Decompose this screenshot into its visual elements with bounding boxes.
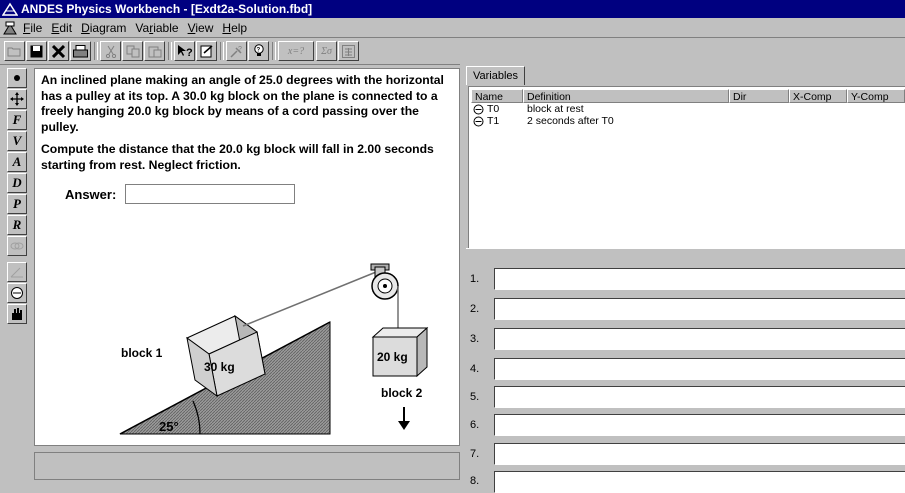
equation-input[interactable]	[494, 358, 905, 380]
equation-number: 3.	[470, 333, 480, 345]
menu-edit[interactable]: Edit	[51, 21, 72, 35]
system-tool-icon[interactable]	[7, 236, 27, 256]
block-1-mass: 30 kg	[204, 360, 235, 374]
context-help-icon[interactable]: ?	[174, 41, 195, 61]
solve-for-icon[interactable]: x=?	[278, 41, 314, 61]
menu-bar: File Edit Diagram Variable View Help	[0, 18, 905, 38]
variable-definition: 2 seconds after T0	[527, 115, 614, 127]
equation-number: 6.	[470, 419, 480, 431]
equation-input[interactable]	[494, 268, 905, 290]
sum-icon[interactable]: Σσ	[316, 41, 337, 61]
equation-number: 2.	[470, 303, 480, 315]
problem-paragraph-2: Compute the distance that the 20.0 kg bl…	[41, 142, 434, 172]
open-folder-icon[interactable]	[4, 41, 25, 61]
equation-input[interactable]	[494, 328, 905, 350]
relative-position-vector-tool[interactable]: R	[7, 215, 27, 235]
block-2-label: block 2	[381, 386, 423, 400]
problem-statement: An inclined plane making an angle of 25.…	[41, 73, 451, 180]
column-header-y-comp[interactable]: Y-Comp	[847, 89, 905, 103]
equation-number: 1.	[470, 273, 480, 285]
hand-tool-icon[interactable]	[7, 304, 27, 324]
equations-panel: 1. 2. 3. 4. 5. 6. 7. 8.	[466, 255, 905, 493]
variables-panel: Variables Name Definition Dir X-Comp Y-C…	[466, 64, 905, 248]
table-row[interactable]: T1 2 seconds after T0	[469, 115, 899, 127]
variable-definition: block at rest	[527, 103, 584, 115]
down-arrow-icon	[398, 407, 410, 430]
angle-tool-icon[interactable]	[7, 262, 27, 282]
equation-number: 5.	[470, 391, 480, 403]
title-bar: ANDES Physics Workbench - [Exdt2a-Soluti…	[0, 0, 905, 18]
problem-panel: An inclined plane making an angle of 25.…	[34, 68, 460, 446]
equation-number: 4.	[470, 363, 480, 375]
menu-help[interactable]: Help	[222, 21, 247, 35]
equation-number: 7.	[470, 448, 480, 460]
select-tool-icon[interactable]	[7, 68, 27, 88]
variable-name: T0	[487, 103, 500, 115]
column-header-definition[interactable]: Definition	[523, 89, 729, 103]
column-header-x-comp[interactable]: X-Comp	[789, 89, 847, 103]
toolbar-separator	[94, 42, 98, 60]
table-row[interactable]: T0 block at rest	[469, 103, 899, 115]
app-icon	[2, 2, 18, 16]
displacement-vector-tool[interactable]: D	[7, 173, 27, 193]
lightbulb-icon[interactable]: ?	[248, 41, 269, 61]
save-icon[interactable]	[26, 41, 47, 61]
acceleration-vector-tool[interactable]: A	[7, 152, 27, 172]
menu-diagram[interactable]: Diagram	[81, 21, 126, 35]
problem-diagram: 25° 30 kg block 1 20 kg block 2	[119, 263, 429, 435]
force-vector-tool[interactable]: F	[7, 110, 27, 130]
momentum-vector-tool[interactable]: P	[7, 194, 27, 214]
toolbar-separator	[272, 42, 276, 60]
angle-label: 25°	[159, 419, 179, 434]
axes-tool-icon[interactable]	[7, 89, 27, 109]
menu-view[interactable]: View	[188, 21, 214, 35]
block-2-mass: 20 kg	[377, 350, 408, 364]
problem-paragraph-1: An inclined plane making an angle of 25.…	[41, 73, 444, 134]
toolbar: ? ? ? x=? Σσ	[0, 38, 905, 65]
variables-list: Name Definition Dir X-Comp Y-Comp T0 blo…	[468, 86, 905, 248]
equation-input[interactable]	[494, 471, 905, 493]
calculator-icon[interactable]	[338, 41, 359, 61]
menu-variable[interactable]: Variable	[135, 21, 178, 35]
block-1-label: block 1	[121, 346, 163, 360]
equation-input[interactable]	[494, 414, 905, 436]
column-header-name[interactable]: Name	[471, 89, 523, 103]
paste-icon[interactable]	[144, 41, 165, 61]
cord	[242, 269, 382, 327]
window-title: ANDES Physics Workbench - [Exdt2a-Soluti…	[21, 2, 313, 16]
equation-input[interactable]	[494, 386, 905, 408]
clock-icon	[473, 104, 484, 115]
equation-input[interactable]	[494, 443, 905, 465]
velocity-vector-tool[interactable]: V	[7, 131, 27, 151]
answer-label: Answer:	[65, 187, 117, 202]
cut-icon[interactable]	[100, 41, 121, 61]
clock-icon	[473, 116, 484, 127]
hint-pane	[34, 452, 460, 480]
menu-file[interactable]: File	[23, 21, 42, 35]
hint-icon[interactable]: ?	[226, 41, 247, 61]
copy-icon[interactable]	[122, 41, 143, 61]
variable-name: T1	[487, 115, 500, 127]
tool-palette: F V A D P R	[5, 68, 28, 476]
toolbar-separator	[220, 42, 224, 60]
svg-text:?: ?	[238, 46, 242, 53]
column-header-dir[interactable]: Dir	[729, 89, 789, 103]
document-icon[interactable]	[3, 21, 17, 35]
answer-input[interactable]	[125, 184, 295, 204]
print-icon[interactable]	[70, 41, 91, 61]
toolbar-separator	[168, 42, 172, 60]
svg-text:?: ?	[256, 48, 260, 54]
delete-icon[interactable]	[48, 41, 69, 61]
review-icon[interactable]	[196, 41, 217, 61]
equation-number: 8.	[470, 475, 480, 487]
tab-variables[interactable]: Variables	[466, 66, 526, 85]
equation-input[interactable]	[494, 298, 905, 320]
clock-tool-icon[interactable]	[7, 283, 27, 303]
svg-text:?: ?	[186, 47, 193, 58]
